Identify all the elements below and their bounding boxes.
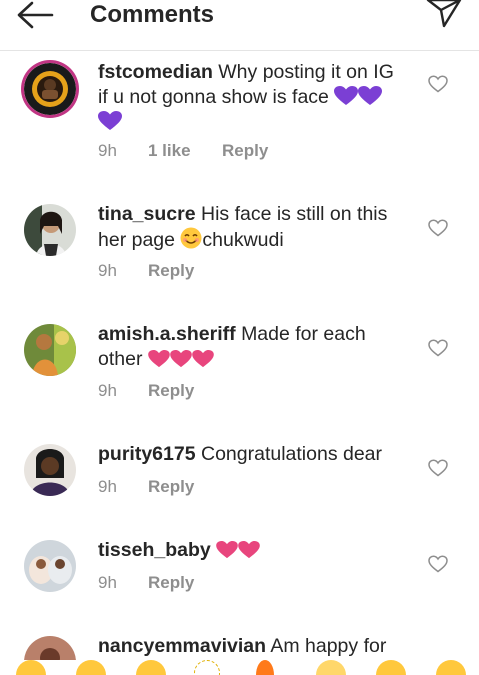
comment-text: fstcomedian Why posting it on IG if u no… [98,60,408,135]
comment-text: amish.a.sheriff Made for each other [98,322,408,372]
reply-button[interactable]: Reply [148,572,194,594]
comment-time: 9h [98,261,117,280]
comment-meta: 9h Reply [98,476,194,498]
pink-heart-icon [216,541,238,559]
heart-eyes-icon[interactable] [76,660,106,675]
comment-text: nancyemmavivian Am happy for [98,634,408,659]
crying-icon[interactable] [376,660,406,675]
comment-username[interactable]: amish.a.sheriff [98,323,236,345]
comment-time: 9h [98,477,117,496]
grinning-icon[interactable] [16,660,46,675]
reply-button[interactable]: Reply [148,380,194,402]
avatar[interactable] [24,636,76,660]
avatar[interactable] [24,540,76,592]
smiling-face-icon [180,227,202,249]
clapping-icon[interactable] [316,660,346,675]
like-heart-icon[interactable] [428,339,448,357]
reply-button[interactable]: Reply [222,140,268,162]
laughing-icon[interactable] [136,660,166,675]
comment-body: Congratulations dear [200,443,383,465]
comment-username[interactable]: tina_sucre [98,203,196,225]
comment-username[interactable]: tisseh_baby [98,539,211,561]
pink-heart-icon [192,350,214,368]
arrow-left-icon[interactable] [14,0,56,30]
avatar[interactable] [24,444,76,496]
comment-time: 9h [98,573,117,592]
wow-icon[interactable] [436,660,466,675]
paper-plane-icon[interactable] [425,0,463,28]
fire-icon[interactable] [256,660,274,675]
emoji-reaction-bar [0,660,479,675]
purple-heart-icon [334,86,359,105]
purple-heart-icon [98,111,122,130]
like-heart-icon[interactable] [428,75,448,93]
reply-button[interactable]: Reply [148,476,194,498]
comment-text: tisseh_baby [98,538,408,563]
comment-username[interactable]: purity6175 [98,443,196,465]
page-title: Comments [90,1,215,28]
comment-body-tail: chukwudi [202,229,284,251]
reply-button[interactable]: Reply [148,260,194,282]
avatar[interactable] [24,63,76,115]
comment-username[interactable]: nancyemmavivian [98,635,266,657]
like-heart-icon[interactable] [428,555,448,573]
comment-likes[interactable]: 1 like [148,140,222,162]
pink-heart-icon [238,541,260,559]
comment-meta: 9h Reply [98,380,194,402]
comment-meta: 9h 1 like Reply [98,140,268,162]
avatar[interactable] [24,324,76,376]
comment-text: tina_sucre His face is still on this her… [98,202,408,253]
comment-text: purity6175 Congratulations dear [98,442,408,467]
comment-time: 9h [98,141,117,160]
comment-meta: 9h Reply [98,572,194,594]
pink-heart-icon [148,350,170,368]
header: Comments [0,0,479,51]
comment-username[interactable]: fstcomedian [98,61,213,83]
avatar[interactable] [24,204,76,256]
purple-heart-icon [358,86,383,105]
pink-heart-icon [170,350,192,368]
comment-meta: 9h Reply [98,260,194,282]
like-heart-icon[interactable] [428,459,448,477]
comment-body: Am happy for [270,635,387,657]
like-heart-icon[interactable] [428,219,448,237]
comment-item: nancyemmavivian Am happy for [0,630,479,660]
sparkle-icon[interactable] [194,660,220,675]
comment-time: 9h [98,381,117,400]
